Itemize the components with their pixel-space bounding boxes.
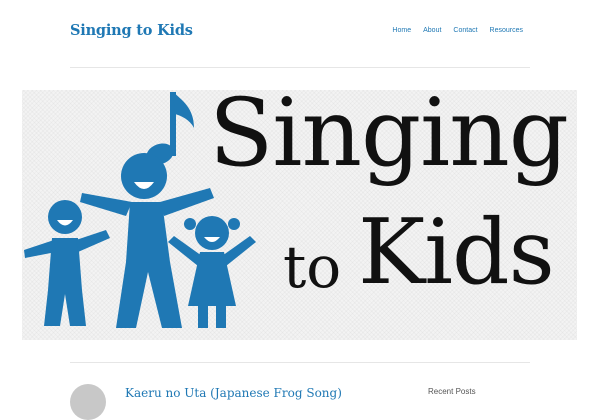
nav-resources[interactable]: Resources (490, 27, 523, 34)
header-divider (70, 67, 530, 68)
content-divider (70, 362, 530, 363)
nav-about[interactable]: About (423, 27, 441, 34)
main-navigation: Home About Contact Resources (392, 27, 523, 34)
nav-home[interactable]: Home (392, 27, 411, 34)
logo-word-singing: Singing (209, 90, 569, 188)
recent-posts-widget-title: Recent Posts (428, 387, 476, 396)
nav-contact[interactable]: Contact (453, 27, 477, 34)
header-banner-image: Singing to Kids (22, 90, 577, 340)
logo-word-kids: Kids (358, 200, 555, 305)
author-avatar[interactable] (70, 384, 106, 420)
post-title[interactable]: Kaeru no Uta (Japanese Frog Song) (125, 386, 342, 400)
logo-word-to: to (283, 233, 342, 301)
site-title[interactable]: Singing to Kids (70, 22, 193, 39)
